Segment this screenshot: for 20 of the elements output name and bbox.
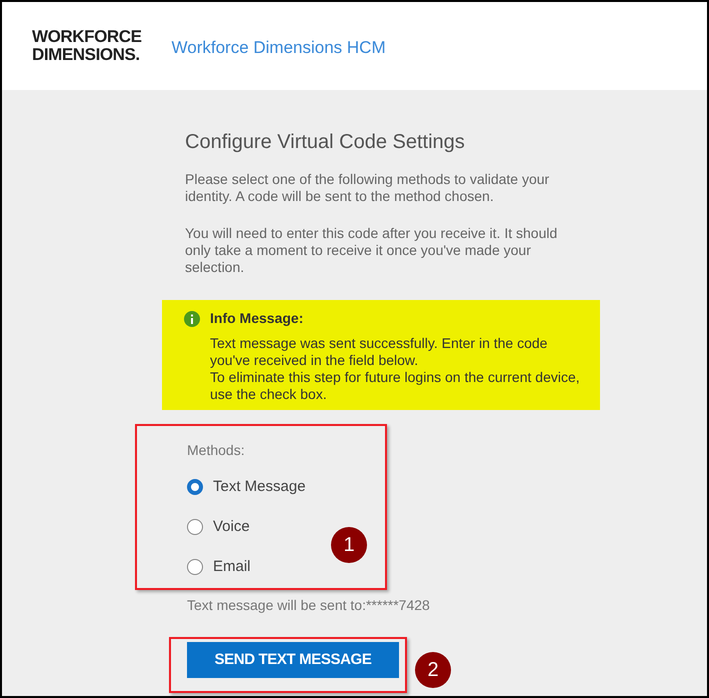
methods-label: Methods: (187, 441, 246, 460)
radio-button[interactable] (187, 519, 203, 535)
radio-option[interactable]: Email (187, 557, 251, 577)
info-icon (184, 311, 200, 327)
info-text: To eliminate this step for future logins on the current device, use the check box. (210, 369, 581, 403)
step-badge: 1 (331, 527, 367, 563)
step-badge: 2 (415, 652, 451, 688)
radio-button[interactable] (187, 479, 203, 495)
instruction-text: You will need to enter this code after you receive it. It should only take a moment to receive it once you've made your selection. (185, 225, 558, 276)
logo: WORKFORCE DIMENSIONS. (32, 28, 142, 64)
radio-option[interactable]: Text Message (187, 477, 306, 497)
page-heading: Configure Virtual Code Settings (185, 134, 466, 151)
app-title[interactable]: Workforce Dimensions HCM (172, 35, 386, 61)
send-destination-text: Text message will be sent to:******7428 (187, 596, 431, 615)
info-title: Info Message: (210, 310, 304, 327)
radio-option[interactable]: Voice (187, 517, 250, 537)
send-text-message-button[interactable]: SEND TEXT MESSAGE (187, 642, 399, 678)
info-text: Text message was sent successfully. Enter in the code you've received in the field below. (210, 335, 548, 369)
radio-button[interactable] (187, 559, 203, 575)
instruction-text: Please select one of the following methods to validate your identity. A code will be sent to the method chosen. (185, 171, 550, 205)
